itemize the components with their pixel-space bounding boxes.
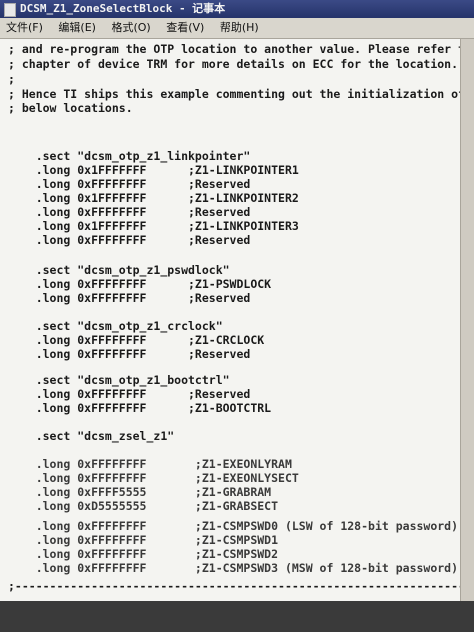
editor-line: ;---------------------------------------… [8,579,460,593]
editor-line: .long 0xFFFFFFFF ;Reserved [8,205,251,219]
editor-line: ; and re-program the OTP location to ano… [8,42,460,56]
window-bottom-edge [0,601,474,632]
editor-line: .long 0xFFFFFFFF ;Z1-CRCLOCK [8,333,265,347]
editor-line: .long 0xFFFFFFFF ;Reserved [8,387,251,401]
editor-line: .sect "dcsm_otp_z1_pswdlock" [8,263,230,277]
menu-file[interactable]: 文件(F) [0,18,49,38]
editor-line: .long 0xFFFFFFFF ;Z1-CSMPSWD0 (LSW of 12… [8,519,459,533]
title-bar: DCSM_Z1_ZoneSelectBlock - 记事本 [0,0,474,18]
editor-line: .long 0x1FFFFFFF ;Z1-LINKPOINTER1 [8,163,299,177]
menu-format[interactable]: 格式(O) [105,18,156,38]
menu-help[interactable]: 帮助(H) [214,18,265,38]
editor-line: .long 0xFFFFFFFF ;Reserved [8,233,251,247]
vertical-scrollbar[interactable] [460,39,474,601]
editor-line: .long 0xFFFF5555 ;Z1-GRABRAM [8,485,272,499]
menu-edit[interactable]: 编辑(E) [52,18,102,38]
editor-line: .long 0xFFFFFFFF ;Z1-CSMPSWD1 [8,533,279,547]
editor-line: .long 0xFFFFFFFF ;Z1-EXEONLYSECT [8,471,299,485]
editor-line: .long 0x1FFFFFFF ;Z1-LINKPOINTER2 [8,191,299,205]
editor-line: ; [8,72,15,86]
notepad-icon[interactable] [4,3,16,17]
editor-line: .sect "dcsm_otp_z1_crclock" [8,319,223,333]
editor-line: .sect "dcsm_otp_z1_bootctrl" [8,373,230,387]
editor-line: .sect "dcsm_otp_z1_linkpointer" [8,149,251,163]
editor-line: ; chapter of device TRM for more details… [8,57,459,71]
editor-line: .long 0xFFFFFFFF ;Z1-CSMPSWD2 [8,547,279,561]
editor-line: ; Hence TI ships this example commenting… [8,87,460,101]
editor-line: .sect "dcsm_zsel_z1" [8,429,175,443]
editor-line: .long 0xFFFFFFFF ;Z1-PSWDLOCK [8,277,272,291]
menu-bar: 文件(F) 编辑(E) 格式(O) 查看(V) 帮助(H) [0,18,474,39]
editor-line: .long 0xFFFFFFFF ;Reserved [8,291,251,305]
menu-view[interactable]: 查看(V) [160,18,210,38]
editor-line: .long 0x1FFFFFFF ;Z1-LINKPOINTER3 [8,219,299,233]
editor-line: .long 0xFFFFFFFF ;Reserved [8,347,251,361]
window-title: DCSM_Z1_ZoneSelectBlock - 记事本 [20,2,226,15]
text-editor-area[interactable]: ; and re-program the OTP location to ano… [0,39,460,601]
editor-line: .long 0xD5555555 ;Z1-GRABSECT [8,499,279,513]
editor-line: .long 0xFFFFFFFF ;Z1-EXEONLYRAM [8,457,292,471]
editor-line: .long 0xFFFFFFFF ;Z1-BOOTCTRL [8,401,272,415]
editor-line: .long 0xFFFFFFFF ;Reserved [8,177,251,191]
editor-line: ; below locations. [8,101,133,115]
editor-line: .long 0xFFFFFFFF ;Z1-CSMPSWD3 (MSW of 12… [8,561,459,575]
